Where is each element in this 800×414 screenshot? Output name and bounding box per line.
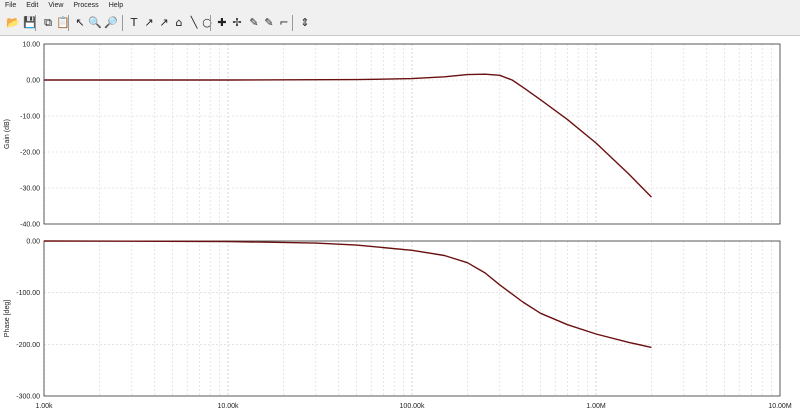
phase-curve [43, 240, 652, 349]
gain-curve [44, 73, 652, 198]
zoom-in-icon[interactable]: 🔍 [87, 15, 103, 31]
toolbar-separator [122, 15, 123, 31]
bode-plot: 10.00 0.00 -10.00 -20.00 -30.00 -40.00 Gain (d… [4, 42, 792, 411]
y-tick-label: -30.00 [20, 186, 40, 193]
y-tick-label: 0.00 [26, 78, 40, 85]
y-axis-title: Phase [deg] [4, 300, 11, 337]
y-tick-label: 10.00 [22, 42, 40, 49]
open-icon[interactable]: 📂 [5, 15, 21, 31]
pointer-icon[interactable]: ↖ [72, 15, 88, 31]
y-tick-label: -10.00 [20, 114, 40, 121]
x-tick-label: 10.00k [217, 403, 239, 410]
y-tick-label: 0.00 [26, 239, 40, 246]
menu-edit[interactable]: Edit [21, 0, 43, 12]
toolbar-separator [292, 15, 293, 31]
zoom-out-icon[interactable]: 🔎 [103, 15, 119, 31]
menu-file[interactable]: File [0, 0, 21, 12]
circle-icon[interactable]: ○ [199, 15, 215, 31]
menu-bar: File Edit View Process Help [0, 0, 800, 12]
toolbar-separator [35, 15, 36, 31]
y-tick-label: -20.00 [20, 150, 40, 157]
y-axis-title: Gain (dB) [4, 119, 11, 149]
x-tick-label: 100.00k [400, 403, 425, 410]
measure-icon[interactable]: ✎ [261, 15, 277, 31]
toolbar: 📂 💾 ⧉ 📋 ↖ 🔍 🔎 T ↗ ↗ ⌂ ╲ ○ ✚ ✢ ✎ ✎ ⌐ ⇕ [0, 12, 800, 36]
y-tick-label: -200.00 [16, 342, 40, 349]
crosshair-icon[interactable]: ✚ [214, 15, 230, 31]
cursor-b-icon[interactable]: ↗ [156, 15, 172, 31]
text-icon[interactable]: T [126, 15, 142, 31]
cursor-a-icon[interactable]: ↗ [141, 15, 157, 31]
menu-process[interactable]: Process [68, 0, 103, 12]
toolbar-separator [68, 15, 69, 31]
arrows-icon[interactable]: ⇕ [297, 15, 313, 31]
pen-icon[interactable]: ✎ [246, 15, 262, 31]
menu-help[interactable]: Help [104, 0, 128, 12]
x-tick-label: 1.00k [35, 403, 53, 410]
copy-icon[interactable]: ⧉ [40, 15, 56, 31]
marker-icon[interactable]: ⌂ [171, 15, 187, 31]
cursor-pair-icon[interactable]: ✢ [229, 15, 245, 31]
menu-view[interactable]: View [43, 0, 68, 12]
x-tick-label: 1.00M [586, 403, 606, 410]
y-tick-label: -40.00 [20, 222, 40, 229]
toolbar-separator [210, 15, 211, 31]
angle-icon[interactable]: ⌐ [276, 15, 292, 31]
x-tick-label: 10.00M [768, 403, 792, 410]
y-tick-label: -100.00 [16, 290, 40, 297]
y-tick-label: -300.00 [16, 394, 40, 401]
